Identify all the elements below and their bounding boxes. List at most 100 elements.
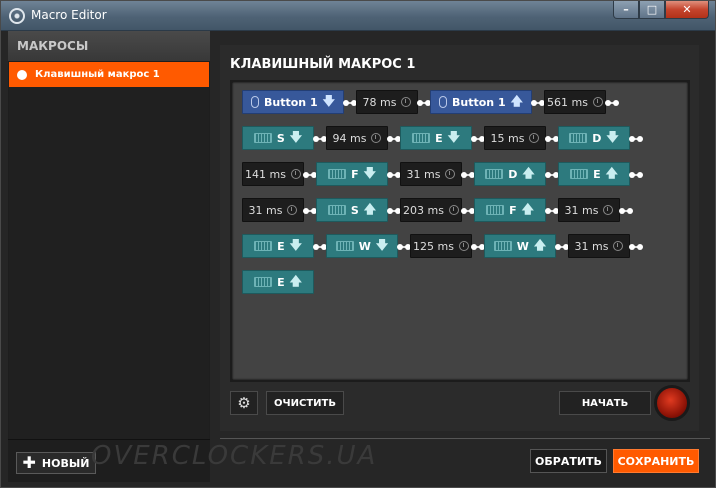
revert-button[interactable]: ОБРАТИТЬ bbox=[530, 449, 607, 473]
block-label: 78 ms bbox=[362, 95, 397, 109]
arrow-down-icon: 🡇 bbox=[322, 93, 335, 108]
block-label: F bbox=[509, 203, 517, 217]
start-record-button[interactable]: НАЧАТЬ bbox=[559, 391, 651, 415]
delay-block[interactable]: 31 ms bbox=[400, 162, 462, 186]
delay-block[interactable]: 94 ms bbox=[326, 126, 388, 150]
arrow-up-icon: 🡅 bbox=[289, 273, 302, 288]
arrow-up-icon: 🡅 bbox=[522, 165, 535, 180]
sequence-connector bbox=[387, 172, 401, 178]
sequence-connector bbox=[619, 208, 633, 214]
macro-title: КЛАВИШНЫЙ МАКРОС 1 bbox=[230, 57, 416, 72]
block-label: E bbox=[277, 275, 285, 289]
key-event-block[interactable]: S 🡇 bbox=[242, 126, 314, 150]
mouse-icon bbox=[251, 96, 260, 108]
sequence-connector bbox=[313, 136, 327, 142]
maximize-button[interactable]: □ bbox=[639, 1, 665, 19]
sequence-connector bbox=[545, 172, 559, 178]
key-event-block[interactable]: W 🡇 bbox=[326, 234, 398, 258]
clock-icon bbox=[603, 205, 614, 215]
delay-block[interactable]: 78 ms bbox=[356, 90, 418, 114]
arrow-down-icon: 🡇 bbox=[363, 165, 376, 180]
macro-sidebar: МАКРОСЫ Клавишный макрос 1 ✚ НОВЫЙ bbox=[8, 31, 210, 482]
sidebar-header: МАКРОСЫ bbox=[8, 31, 210, 61]
arrow-up-icon: 🡅 bbox=[510, 93, 523, 108]
delay-block[interactable]: 31 ms bbox=[242, 198, 304, 222]
delay-block[interactable]: 203 ms bbox=[400, 198, 462, 222]
delay-block[interactable]: 141 ms bbox=[242, 162, 304, 186]
keyboard-icon bbox=[493, 241, 512, 251]
arrow-down-icon: 🡇 bbox=[375, 237, 389, 252]
sequence-connector bbox=[629, 136, 643, 142]
sequence-connector bbox=[629, 172, 643, 178]
mouse-event-block[interactable]: Button 1 🡇 bbox=[242, 90, 344, 114]
gear-icon: ⚙ bbox=[237, 394, 251, 412]
key-event-block[interactable]: W 🡅 bbox=[484, 234, 556, 258]
key-event-block[interactable]: S 🡅 bbox=[316, 198, 388, 222]
keyboard-icon bbox=[569, 133, 588, 143]
app-icon bbox=[9, 8, 25, 24]
block-label: 15 ms bbox=[490, 131, 525, 145]
block-label: 31 ms bbox=[406, 167, 441, 181]
block-label: E bbox=[277, 239, 285, 253]
key-event-block[interactable]: D 🡇 bbox=[558, 126, 630, 150]
record-icon[interactable] bbox=[654, 385, 690, 421]
sidebar-item-macro-1[interactable]: Клавишный макрос 1 bbox=[9, 62, 209, 87]
close-button[interactable]: ✕ bbox=[665, 1, 709, 19]
arrow-down-icon: 🡇 bbox=[447, 129, 460, 144]
sequence-connector bbox=[313, 244, 327, 250]
delay-block[interactable]: 31 ms bbox=[558, 198, 620, 222]
keyboard-icon bbox=[328, 169, 347, 179]
arrow-down-icon: 🡇 bbox=[606, 129, 619, 144]
block-label: S bbox=[276, 131, 285, 145]
sequence-connector bbox=[471, 244, 485, 250]
key-event-block[interactable]: E 🡅 bbox=[558, 162, 630, 186]
block-label: 31 ms bbox=[564, 203, 599, 217]
block-label: F bbox=[351, 167, 359, 181]
save-button[interactable]: СОХРАНИТЬ bbox=[613, 449, 699, 473]
block-label: 561 ms bbox=[547, 95, 588, 109]
delay-block[interactable]: 125 ms bbox=[410, 234, 472, 258]
sequence-connector bbox=[303, 208, 317, 214]
keyboard-icon bbox=[327, 205, 346, 215]
arrow-up-icon: 🡅 bbox=[363, 201, 377, 216]
clear-button[interactable]: ОЧИСТИТЬ bbox=[266, 391, 344, 415]
key-event-block[interactable]: F 🡅 bbox=[474, 198, 546, 222]
settings-button[interactable]: ⚙ bbox=[230, 391, 258, 415]
clock-icon bbox=[401, 97, 412, 107]
arrow-up-icon: 🡅 bbox=[605, 165, 618, 180]
key-event-block[interactable]: E 🡇 bbox=[242, 234, 314, 258]
new-macro-button[interactable]: ✚ НОВЫЙ bbox=[16, 452, 96, 474]
delay-block[interactable]: 31 ms bbox=[568, 234, 630, 258]
clock-icon bbox=[445, 169, 456, 179]
sequence-connector bbox=[461, 172, 475, 178]
clock-icon bbox=[371, 133, 382, 143]
block-label: 31 ms bbox=[574, 239, 609, 253]
macro-sequence-canvas[interactable]: Button 1 🡇 78 ms Button 1 🡅 561 ms S 🡇 94 ms E 🡇 15… bbox=[230, 80, 690, 382]
key-event-block[interactable]: D 🡅 bbox=[474, 162, 546, 186]
block-label: W bbox=[358, 239, 371, 253]
macro-list-area bbox=[9, 87, 209, 465]
arrow-up-icon: 🡅 bbox=[533, 237, 547, 252]
delay-block[interactable]: 561 ms bbox=[544, 90, 606, 114]
block-label: 31 ms bbox=[248, 203, 283, 217]
clock-icon bbox=[529, 133, 540, 143]
sequence-connector bbox=[555, 244, 569, 250]
keyboard-icon bbox=[253, 133, 272, 143]
clock-icon bbox=[458, 241, 469, 251]
key-event-block[interactable]: E 🡅 bbox=[242, 270, 314, 294]
sequence-connector bbox=[605, 100, 619, 106]
arrow-up-icon: 🡅 bbox=[521, 201, 534, 216]
title-bar: Macro Editor – □ ✕ bbox=[1, 1, 715, 31]
mouse-event-block[interactable]: Button 1 🡅 bbox=[430, 90, 532, 114]
key-event-block[interactable]: E 🡇 bbox=[400, 126, 472, 150]
minimize-button[interactable]: – bbox=[613, 1, 639, 19]
clock-icon bbox=[613, 241, 624, 251]
block-label: 125 ms bbox=[413, 239, 454, 253]
key-event-block[interactable]: F 🡇 bbox=[316, 162, 388, 186]
mouse-icon bbox=[439, 96, 448, 108]
block-label: 203 ms bbox=[403, 203, 444, 217]
delay-block[interactable]: 15 ms bbox=[484, 126, 546, 150]
block-label: 141 ms bbox=[245, 167, 286, 181]
sequence-connector bbox=[531, 100, 545, 106]
clock-icon bbox=[287, 205, 298, 215]
